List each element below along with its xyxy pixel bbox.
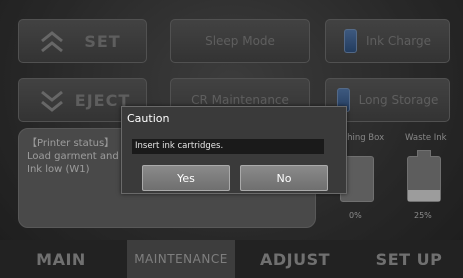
printer-touch-screen: SET EJECT Sleep Mode CR Maintenance Ink … [0, 0, 463, 278]
dialog-title: Caution [127, 112, 170, 125]
yes-button[interactable]: Yes [142, 165, 230, 191]
no-button[interactable]: No [240, 165, 328, 191]
dialog-message-bar: Insert ink cartridges. [132, 139, 324, 154]
dialog-message: Insert ink cartridges. [135, 141, 224, 151]
caution-dialog: Caution Insert ink cartridges. Yes No [121, 106, 347, 194]
